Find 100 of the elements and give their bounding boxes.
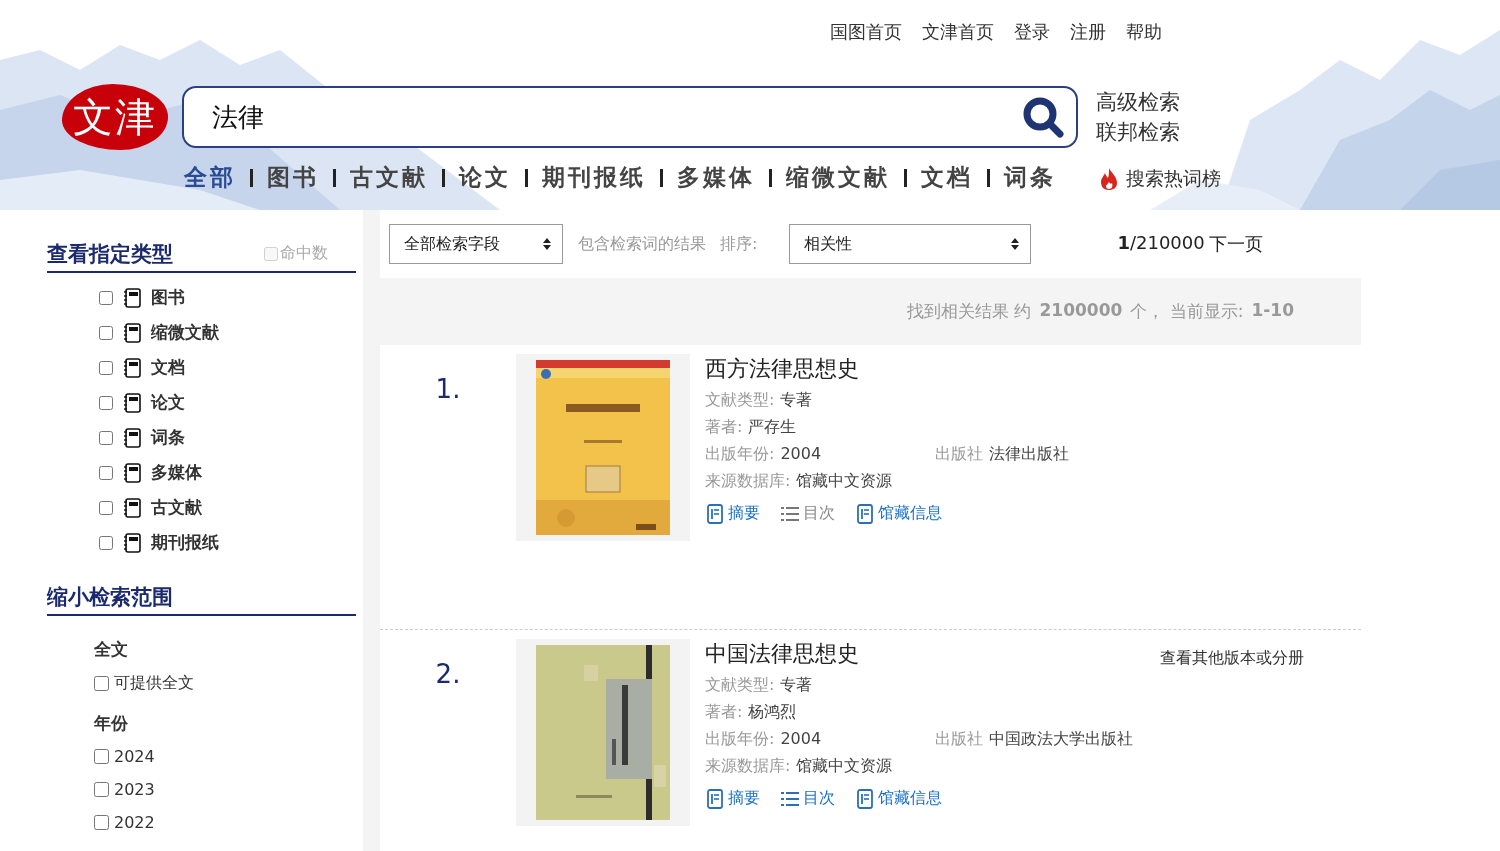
notebook-icon <box>123 322 141 343</box>
category-tab[interactable]: 多媒体 <box>677 162 755 193</box>
nav-link[interactable]: 国图首页 <box>830 20 902 44</box>
result-count: 2100000 <box>1039 300 1123 322</box>
field-value: 法律出版社 <box>989 443 1070 465</box>
checkbox[interactable] <box>99 430 113 445</box>
field-value: 馆藏中文资源 <box>796 470 893 492</box>
result-link[interactable]: 馆藏信息 <box>855 788 942 809</box>
checkbox-label: 命中数 <box>280 243 328 264</box>
checkbox[interactable] <box>94 815 109 830</box>
field-label: 出版年份: <box>705 728 775 750</box>
section-heading: 缩小检索范围 <box>47 584 173 611</box>
result-link[interactable]: 目次 <box>780 788 835 809</box>
category-tab[interactable]: 图书 <box>267 162 319 193</box>
page-count: 1/210000 <box>1117 232 1205 255</box>
category-tab[interactable]: 论文 <box>459 162 511 193</box>
type-label: 文档 <box>151 356 185 379</box>
flame-icon <box>1098 167 1120 191</box>
category-tab[interactable]: 文档 <box>921 162 973 193</box>
nav-link[interactable]: 注册 <box>1070 20 1106 44</box>
checkbox[interactable] <box>99 360 113 375</box>
document-icon <box>855 503 875 524</box>
filter-label: 包含检索词的结果 <box>578 233 706 255</box>
checkbox[interactable] <box>99 500 113 515</box>
nav-link[interactable]: 文津首页 <box>922 20 994 44</box>
checkbox[interactable] <box>99 465 113 480</box>
result-title[interactable]: 西方法律思想史 <box>705 354 859 384</box>
result-link[interactable]: 摘要 <box>705 788 760 809</box>
type-label: 古文献 <box>151 496 202 519</box>
checkbox[interactable] <box>99 535 113 550</box>
document-icon <box>855 788 875 809</box>
category-tab[interactable]: 古文献 <box>350 162 428 193</box>
notebook-icon <box>123 497 141 518</box>
nav-link[interactable]: 登录 <box>1014 20 1050 44</box>
result-number: 1. <box>434 373 462 406</box>
dropdown-arrows-icon <box>1010 237 1021 251</box>
category-tab[interactable]: 期刊报纸 <box>542 162 646 193</box>
other-versions-link[interactable]: 查看其他版本或分册 <box>1160 647 1304 669</box>
field-label: 出版年份: <box>705 443 775 465</box>
type-label: 期刊报纸 <box>151 531 219 554</box>
field-value: 2004 <box>780 728 822 750</box>
checkbox-label: 2023 <box>114 780 155 799</box>
result-link[interactable]: 馆藏信息 <box>855 503 942 524</box>
search-icon[interactable] <box>1022 96 1064 138</box>
field-value: 专著 <box>780 389 813 411</box>
field-value: 馆藏中文资源 <box>796 755 893 777</box>
result-title[interactable]: 中国法律思想史 <box>705 639 859 669</box>
category-tab[interactable]: 缩微文献 <box>786 162 890 193</box>
checkbox[interactable] <box>99 290 113 305</box>
field-value: 专著 <box>780 674 813 696</box>
result-link[interactable]: 摘要 <box>705 503 760 524</box>
checkbox[interactable] <box>94 749 109 764</box>
notebook-icon <box>123 427 141 448</box>
checkbox[interactable] <box>94 676 109 691</box>
filter-heading: 全文 <box>94 638 128 661</box>
hot-words-link[interactable]: 搜索热词榜 <box>1126 166 1221 192</box>
search-link[interactable]: 高级检索 <box>1096 88 1180 116</box>
nav-link[interactable]: 帮助 <box>1126 20 1162 44</box>
result-number: 2. <box>434 658 462 691</box>
next-page-link[interactable]: 下一页 <box>1208 232 1263 256</box>
search-link[interactable]: 联邦检索 <box>1096 118 1180 146</box>
result-range: 1-10 <box>1251 300 1294 322</box>
notebook-icon <box>123 462 141 483</box>
field-label: 出版社 <box>935 728 984 750</box>
field-label: 文献类型: <box>705 674 775 696</box>
field-label: 文献类型: <box>705 389 775 411</box>
checkbox[interactable] <box>94 782 109 797</box>
type-label: 词条 <box>151 426 185 449</box>
dropdown[interactable]: 全部检索字段 <box>389 224 563 264</box>
dropdown[interactable]: 相关性 <box>789 224 1032 264</box>
notebook-icon <box>123 287 141 308</box>
type-label: 论文 <box>151 391 185 414</box>
notebook-icon <box>123 357 141 378</box>
document-icon <box>705 788 725 809</box>
field-value: 2004 <box>780 443 822 465</box>
result-summary: 找到相关结果 约 <box>907 300 1032 323</box>
field-label: 著者: <box>705 701 743 723</box>
type-label: 图书 <box>151 286 185 309</box>
sort-label: 排序: <box>720 233 758 255</box>
checkbox-label: 2024 <box>114 747 155 766</box>
type-label: 缩微文献 <box>151 321 219 344</box>
checkbox[interactable] <box>99 395 113 410</box>
checkbox[interactable] <box>99 325 113 340</box>
checkbox-label: 可提供全文 <box>114 673 194 694</box>
category-tab[interactable]: 词条 <box>1004 162 1056 193</box>
notebook-icon <box>123 532 141 553</box>
section-heading: 查看指定类型 <box>47 241 173 268</box>
field-label: 来源数据库: <box>705 470 791 492</box>
field-label: 著者: <box>705 416 743 438</box>
field-value: 中国政法大学出版社 <box>989 728 1134 750</box>
category-tab[interactable]: 全部 <box>184 162 236 193</box>
field-value: 杨鸿烈 <box>748 701 797 723</box>
checkbox-label: 2022 <box>114 813 155 832</box>
notebook-icon <box>123 392 141 413</box>
type-label: 多媒体 <box>151 461 202 484</box>
search-field[interactable]: 法律 <box>182 86 1078 148</box>
field-label: 出版社 <box>935 443 984 465</box>
field-value: 严存生 <box>748 416 797 438</box>
document-icon <box>705 503 725 524</box>
field-label: 来源数据库: <box>705 755 791 777</box>
